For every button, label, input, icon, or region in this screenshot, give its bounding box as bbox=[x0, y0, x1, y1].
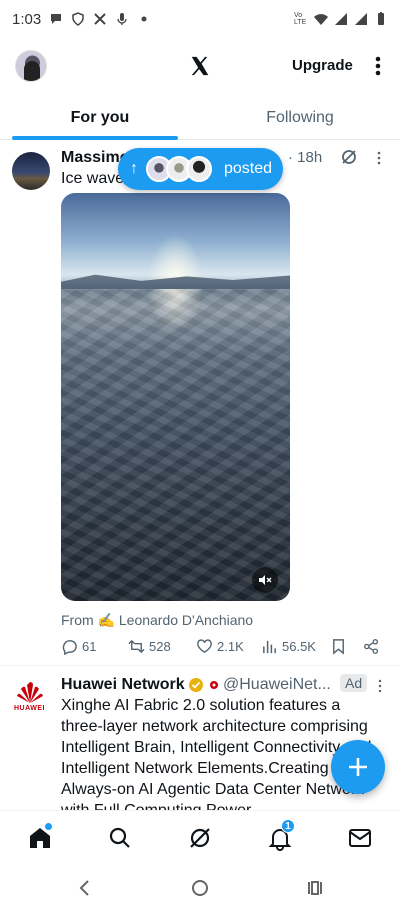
repost-count: 528 bbox=[149, 639, 171, 654]
upgrade-button[interactable]: Upgrade bbox=[292, 57, 353, 74]
arrow-up-icon: ↑ bbox=[130, 160, 138, 177]
new-posts-pill[interactable]: ↑ posted bbox=[118, 148, 283, 190]
tab-for-you[interactable]: For you bbox=[0, 96, 200, 140]
top-bar: Upgrade bbox=[0, 44, 400, 90]
repost-icon bbox=[128, 639, 145, 654]
views-button[interactable]: 56.5K bbox=[261, 638, 316, 655]
tweet-text: Ice wave bbox=[61, 170, 125, 187]
avatar bbox=[186, 156, 212, 182]
nav-messages[interactable] bbox=[347, 825, 373, 851]
recents-icon[interactable] bbox=[305, 878, 325, 898]
notification-badge: 1 bbox=[281, 819, 295, 833]
bookmark-icon bbox=[333, 639, 344, 655]
system-nav-bar bbox=[0, 864, 400, 911]
mic-icon bbox=[117, 13, 127, 25]
profile-avatar[interactable] bbox=[15, 50, 47, 82]
share-button[interactable] bbox=[363, 638, 380, 655]
huawei-logo[interactable]: HUAWEI bbox=[14, 681, 47, 717]
x-logo-icon[interactable] bbox=[189, 55, 211, 77]
plus-icon bbox=[349, 758, 367, 776]
x-notification-icon bbox=[94, 13, 106, 25]
tab-following[interactable]: Following bbox=[200, 96, 400, 139]
verified-badge-icon bbox=[189, 678, 203, 692]
back-icon[interactable] bbox=[75, 878, 95, 898]
chat-bubble-icon bbox=[51, 14, 62, 24]
unread-dot bbox=[45, 823, 52, 830]
signal-icon bbox=[335, 13, 347, 25]
author-avatar[interactable] bbox=[12, 152, 50, 190]
huawei-wordmark: HUAWEI bbox=[14, 705, 45, 712]
author-handle[interactable]: @HuaweiNet... bbox=[223, 676, 331, 694]
reply-button[interactable]: 61 bbox=[61, 638, 96, 655]
wifi-icon bbox=[314, 14, 328, 25]
home-circle-icon[interactable] bbox=[190, 878, 210, 898]
like-button[interactable]: 2.1K bbox=[196, 638, 244, 655]
affiliate-flag-icon bbox=[210, 681, 218, 689]
huawei-petals-icon bbox=[17, 682, 43, 703]
status-time: 1:03 bbox=[12, 10, 42, 28]
search-icon bbox=[109, 827, 130, 848]
reply-count: 61 bbox=[82, 639, 97, 654]
bottom-nav: 1 bbox=[0, 810, 400, 864]
more-vertical-icon[interactable] bbox=[374, 150, 384, 166]
new-posts-label: posted bbox=[224, 160, 273, 177]
views-chart-icon bbox=[263, 640, 276, 654]
ad-badge: Ad bbox=[340, 674, 368, 692]
more-vertical-icon[interactable] bbox=[370, 54, 386, 78]
more-vertical-icon[interactable] bbox=[376, 679, 384, 693]
grok-icon bbox=[190, 828, 210, 848]
battery-icon bbox=[378, 12, 384, 25]
heart-icon bbox=[197, 639, 212, 653]
video-source-label[interactable]: From ✍️ Leonardo D'Anchiano bbox=[61, 612, 253, 629]
signal-icon bbox=[355, 13, 367, 25]
tweet-actions: 61 528 2.1K 56.5K bbox=[61, 638, 386, 658]
vpn-shield-icon bbox=[72, 12, 84, 26]
nav-home[interactable] bbox=[27, 823, 53, 851]
view-count: 56.5K bbox=[282, 639, 316, 654]
author-name[interactable]: Huawei Network bbox=[61, 676, 185, 694]
network-label: Vo LTE bbox=[294, 12, 307, 26]
nav-grok[interactable] bbox=[187, 825, 213, 851]
reply-icon bbox=[62, 640, 77, 655]
nav-notifications[interactable]: 1 bbox=[267, 819, 295, 851]
bookmark-button[interactable] bbox=[330, 638, 347, 655]
status-bar: 1:03 Vo LTE bbox=[0, 0, 400, 38]
tweet-video[interactable] bbox=[61, 193, 290, 601]
compose-button[interactable] bbox=[331, 740, 385, 794]
timeline-tabs: For you Following bbox=[0, 96, 400, 140]
dot-icon bbox=[141, 16, 147, 22]
share-icon bbox=[364, 639, 379, 654]
like-count: 2.1K bbox=[217, 639, 244, 654]
tweet[interactable]: Massimo · 18h Ice wave From ✍️ Leonardo … bbox=[0, 140, 400, 666]
nav-search[interactable] bbox=[107, 825, 133, 851]
tweet-time: · 18h bbox=[288, 149, 323, 166]
repost-button[interactable]: 528 bbox=[128, 638, 171, 655]
grok-icon[interactable] bbox=[340, 148, 358, 166]
mute-icon bbox=[259, 575, 272, 585]
ad-tweet[interactable]: HUAWEI Huawei Network @HuaweiNet... Ad X… bbox=[0, 667, 400, 810]
messages-icon bbox=[349, 829, 371, 847]
mute-button[interactable] bbox=[252, 567, 278, 593]
